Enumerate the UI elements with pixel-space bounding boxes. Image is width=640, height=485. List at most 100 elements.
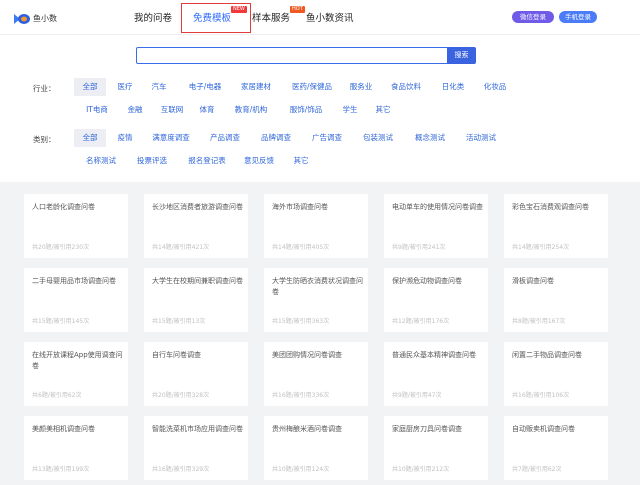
nav-free-templates[interactable]: 免费模板 xyxy=(193,10,231,24)
card-stats: 共20题/被引用328次 xyxy=(152,392,210,399)
card-stats: 共7题/被引用62次 xyxy=(512,466,562,473)
template-card[interactable]: 长沙地区消费者旅游调查问卷 共14题/被引用421次 xyxy=(144,194,248,258)
card-title: 二手母婴用品市场调查问卷 xyxy=(32,277,116,285)
card-title: 滑板调查问卷 xyxy=(512,277,554,285)
search-button[interactable]: 搜索 xyxy=(447,47,476,64)
industry-tag[interactable]: 化妆品 xyxy=(478,78,512,96)
template-card[interactable]: 家庭厨房刀具问卷调查 共10题/被引用212次 xyxy=(384,416,488,480)
category-tag[interactable]: 疫情 xyxy=(112,129,138,147)
card-stats: 共13题/被引用199次 xyxy=(32,466,90,473)
card-stats: 共9题/被引用241次 xyxy=(392,244,446,251)
card-title: 人口老龄化调查问卷 xyxy=(32,203,95,211)
industry-tag[interactable]: 服务业 xyxy=(344,78,378,96)
card-title: 彩色宝石消费观调查问卷 xyxy=(512,203,589,211)
card-stats: 共10题/被引用124次 xyxy=(272,466,330,473)
card-stats: 共6题/被引用62次 xyxy=(32,392,82,399)
template-card[interactable]: 保护濒危动物调查问卷 共12题/被引用176次 xyxy=(384,268,488,332)
card-title: 海外市场调查问卷 xyxy=(272,203,328,211)
template-card[interactable]: 自行车问卷调查 共20题/被引用328次 xyxy=(144,342,248,406)
card-title: 智能洗菜机市场应用调查问卷 xyxy=(152,425,243,433)
hot-badge: HOT xyxy=(290,6,305,13)
industry-tag[interactable]: IT电商 xyxy=(77,101,117,119)
card-stats: 共8题/被引用167次 xyxy=(512,318,566,325)
industry-tag[interactable]: 医药/保健品 xyxy=(284,78,340,96)
filter-panel: 搜索 行业： 全部 医疗 汽车 电子/电器 家居建材 医药/保健品 服务业 食品… xyxy=(0,34,640,182)
card-stats: 共14题/被引用254次 xyxy=(512,244,570,251)
card-title: 闲置二手物品调查问卷 xyxy=(512,351,582,359)
category-tag[interactable]: 概念测试 xyxy=(409,129,451,147)
top-header: 鱼小数 我的问卷 免费模板 NEW 样本服务 HOT 鱼小数资讯 微信登录 手机… xyxy=(0,0,640,34)
template-card[interactable]: 电动单车的使用情况问卷调查 共9题/被引用241次 xyxy=(384,194,488,258)
template-card[interactable]: 在线开放课程App使用调查问卷 共6题/被引用62次 xyxy=(24,342,128,406)
industry-tag[interactable]: 互联网 xyxy=(155,101,189,119)
industry-tag[interactable]: 医疗 xyxy=(111,78,139,96)
industry-tag[interactable]: 学生 xyxy=(336,101,364,119)
card-stats: 共15题/被引用363次 xyxy=(272,318,330,325)
nav-my-surveys[interactable]: 我的问卷 xyxy=(134,10,172,24)
industry-tag[interactable]: 电子/电器 xyxy=(180,78,230,96)
card-stats: 共20题/被引用230次 xyxy=(32,244,90,251)
template-card[interactable]: 美颜美相机调查问卷 共13题/被引用199次 xyxy=(24,416,128,480)
template-card[interactable]: 彩色宝石消费观调查问卷 共14题/被引用254次 xyxy=(504,194,608,258)
template-card[interactable]: 普通民众基本精神调查问卷 共9题/被引用47次 xyxy=(384,342,488,406)
card-title: 美颜美相机调查问卷 xyxy=(32,425,95,433)
phone-login-button[interactable]: 手机登录 xyxy=(559,11,597,23)
industry-tag[interactable]: 全部 xyxy=(74,78,106,96)
industry-tag[interactable]: 食品饮料 xyxy=(386,78,426,96)
industry-tag[interactable]: 其它 xyxy=(370,101,396,119)
card-title: 自行车问卷调查 xyxy=(152,351,201,359)
card-title: 长沙地区消费者旅游调查问卷 xyxy=(152,203,243,211)
category-tag[interactable]: 广告调查 xyxy=(306,129,348,147)
industry-tag[interactable]: 家居建材 xyxy=(234,78,278,96)
template-card[interactable]: 闲置二手物品调查问卷 共16题/被引用106次 xyxy=(504,342,608,406)
nav-sample-service[interactable]: 样本服务 xyxy=(252,10,290,24)
template-card[interactable]: 滑板调查问卷 共8题/被引用167次 xyxy=(504,268,608,332)
template-card[interactable]: 美团团购情况问卷调查 共16题/被引用336次 xyxy=(264,342,368,406)
template-card[interactable]: 贵州梅酿米酒问卷调查 共10题/被引用124次 xyxy=(264,416,368,480)
template-card[interactable]: 人口老龄化调查问卷 共20题/被引用230次 xyxy=(24,194,128,258)
card-stats: 共16题/被引用336次 xyxy=(272,392,330,399)
logo[interactable]: 鱼小数 xyxy=(14,10,57,26)
card-stats: 共16题/被引用106次 xyxy=(512,392,570,399)
new-badge: NEW xyxy=(231,6,247,13)
category-tag[interactable]: 名称测试 xyxy=(80,152,122,170)
category-tag[interactable]: 活动测试 xyxy=(460,129,502,147)
category-tag[interactable]: 产品调查 xyxy=(204,129,246,147)
template-card[interactable]: 智能洗菜机市场应用调查问卷 共16题/被引用329次 xyxy=(144,416,248,480)
card-stats: 共15题/被引用13次 xyxy=(152,318,206,325)
fish-logo-icon xyxy=(14,11,30,25)
industry-tag[interactable]: 服饰/饰品 xyxy=(281,101,331,119)
category-tag[interactable]: 意见反馈 xyxy=(238,152,280,170)
category-tag[interactable]: 其它 xyxy=(288,152,314,170)
category-tag[interactable]: 全部 xyxy=(74,129,106,147)
category-label: 类别： xyxy=(33,135,56,144)
search-input[interactable] xyxy=(136,47,448,64)
card-stats: 共9题/被引用47次 xyxy=(392,392,442,399)
industry-tag[interactable]: 教育/机构 xyxy=(226,101,276,119)
nav-news[interactable]: 鱼小数资讯 xyxy=(306,10,354,24)
card-title: 美团团购情况问卷调查 xyxy=(272,351,342,359)
card-stats: 共10题/被引用212次 xyxy=(392,466,450,473)
template-card[interactable]: 海外市场调查问卷 共14题/被引用405次 xyxy=(264,194,368,258)
industry-tag[interactable]: 日化类 xyxy=(438,78,468,96)
card-title: 贵州梅酿米酒问卷调查 xyxy=(272,425,342,433)
wechat-login-button[interactable]: 微信登录 xyxy=(512,11,554,23)
category-tag[interactable]: 报名登记表 xyxy=(182,152,232,170)
industry-tag[interactable]: 金融 xyxy=(121,101,149,119)
industry-tag[interactable]: 体育 xyxy=(194,101,220,119)
category-tag[interactable]: 包装测试 xyxy=(357,129,399,147)
industry-tag[interactable]: 汽车 xyxy=(144,78,174,96)
template-card[interactable]: 自动贩卖机调查问卷 共7题/被引用62次 xyxy=(504,416,608,480)
card-title: 保护濒危动物调查问卷 xyxy=(392,277,462,285)
template-card[interactable]: 大学生防晒衣消费状况调查问卷 共15题/被引用363次 xyxy=(264,268,368,332)
category-tag[interactable]: 满意度调查 xyxy=(146,129,196,147)
card-stats: 共14题/被引用405次 xyxy=(272,244,330,251)
category-tag[interactable]: 品牌调查 xyxy=(255,129,297,147)
template-card[interactable]: 二手母婴用品市场调查问卷 共15题/被引用145次 xyxy=(24,268,128,332)
template-card[interactable]: 大学生在校期间兼职调查问卷 共15题/被引用13次 xyxy=(144,268,248,332)
category-tag[interactable]: 投票评选 xyxy=(131,152,173,170)
card-title: 大学生防晒衣消费状况调查问卷 xyxy=(272,277,363,296)
logo-text: 鱼小数 xyxy=(33,13,57,23)
card-title: 家庭厨房刀具问卷调查 xyxy=(392,425,462,433)
card-title: 在线开放课程App使用调查问卷 xyxy=(32,351,123,370)
